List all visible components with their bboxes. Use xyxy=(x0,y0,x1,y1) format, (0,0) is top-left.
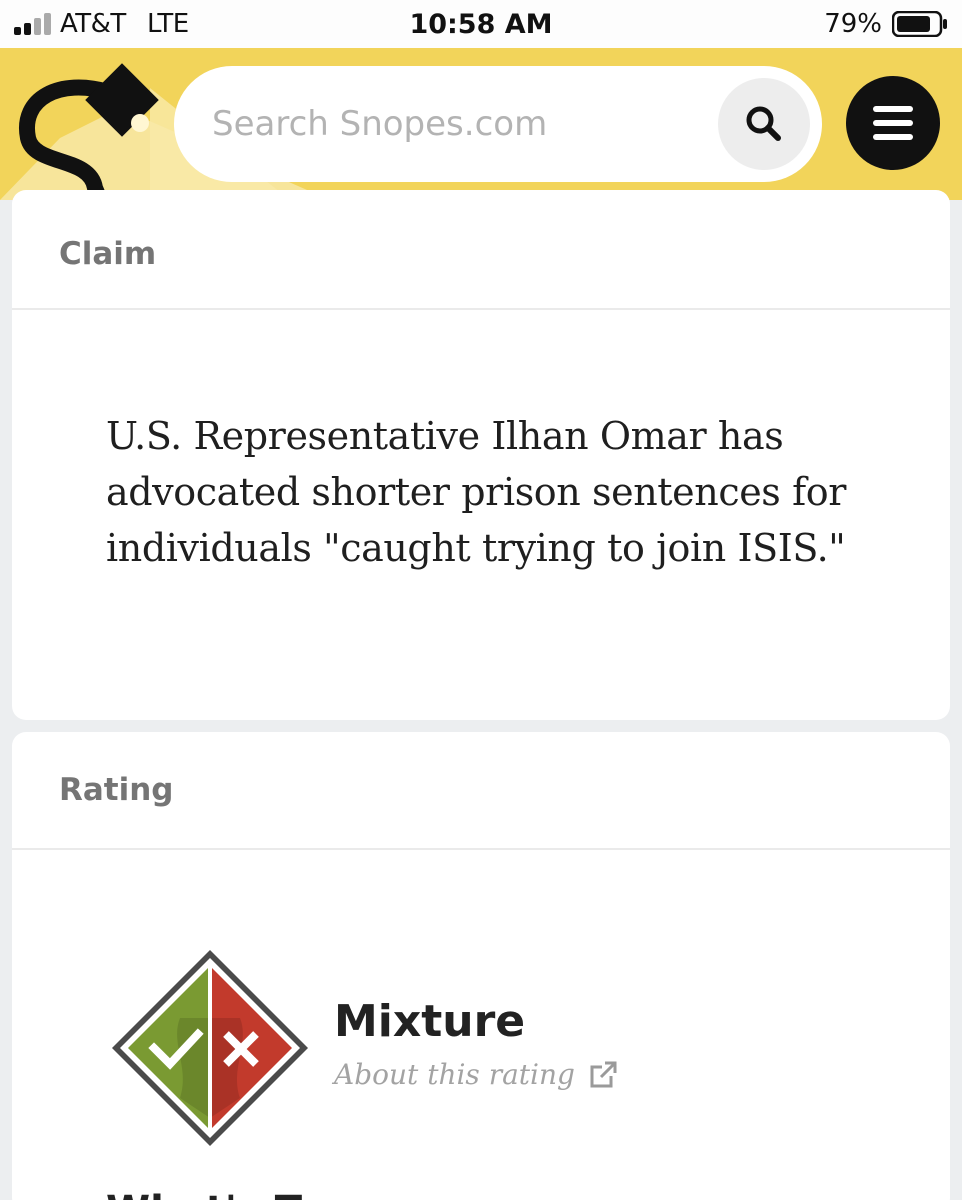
search-button[interactable] xyxy=(718,78,810,170)
about-rating-link[interactable]: About this rating xyxy=(334,1058,617,1091)
menu-button[interactable] xyxy=(846,76,940,170)
claim-card: Claim U.S. Representative Ilhan Omar has… xyxy=(12,190,950,720)
search-input[interactable] xyxy=(212,94,692,154)
site-header xyxy=(0,48,962,200)
claim-text: U.S. Representative Ilhan Omar has advoc… xyxy=(106,414,846,570)
external-link-icon xyxy=(590,1061,617,1087)
rating-card: Rating Mixture About this rating What's … xyxy=(12,732,950,1200)
clock: 10:58 AM xyxy=(409,9,553,40)
search-box xyxy=(174,66,822,182)
status-bar: AT&T LTE 10:58 AM 79% xyxy=(0,0,962,48)
claim-title: Claim xyxy=(59,236,157,272)
claim-header: Claim xyxy=(12,190,950,310)
search-icon xyxy=(746,106,781,141)
next-section-heading: What's T xyxy=(106,1188,302,1200)
battery-percent: 79% xyxy=(824,9,882,39)
battery-icon xyxy=(892,11,947,37)
rating-label: Mixture xyxy=(334,996,526,1047)
hamburger-menu-icon xyxy=(873,106,913,112)
about-rating-link-text: About this rating xyxy=(334,1058,575,1091)
rating-title: Rating xyxy=(59,772,174,808)
rating-header: Rating xyxy=(12,732,950,850)
mixture-rating-icon xyxy=(112,950,308,1146)
